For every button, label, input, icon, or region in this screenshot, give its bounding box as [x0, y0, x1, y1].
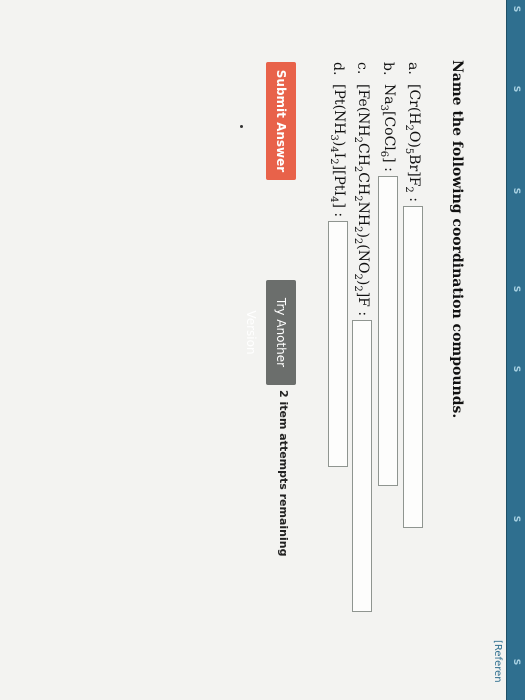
sidebar-tab[interactable]: S — [510, 282, 522, 296]
sidebar-tab[interactable]: S — [510, 362, 522, 376]
stray-dot — [240, 125, 243, 128]
answer-field-b[interactable] — [378, 175, 398, 486]
sidebar-tab[interactable]: S — [510, 512, 522, 526]
item-formula: [Fe(NH2CH2CH2NH2)2(NO2)2]F : — [352, 84, 372, 317]
item-letter: a. — [405, 62, 421, 75]
answer-field-a[interactable] — [403, 205, 423, 528]
item-formula: [Cr(H2O)5Br]F2 : — [403, 84, 423, 202]
question-item-a: a. [Cr(H2O)5Br]F2 : — [402, 62, 424, 528]
question-item-b: b. Na3[CoCl6] : — [377, 62, 399, 486]
submit-answer-button[interactable]: Submit Answer — [266, 62, 296, 180]
attempts-remaining-text: 2 item attempts remaining — [277, 390, 290, 557]
item-formula: [Pt(NH3)4I2][PtI4] : — [328, 84, 348, 218]
answer-field-d[interactable] — [328, 221, 348, 468]
item-letter: d. — [330, 62, 346, 76]
references-link[interactable]: [Referen — [489, 640, 503, 700]
item-letter: c. — [354, 62, 370, 75]
question-panel: [Referen Name the following coordination… — [0, 0, 506, 700]
sidebar-tab[interactable]: S — [510, 82, 522, 96]
question-item-c: c. [Fe(NH2CH2CH2NH2)2(NO2)2]F : — [351, 62, 373, 613]
sidebar-tab[interactable]: S — [510, 655, 522, 669]
sidebar-tab[interactable]: S — [510, 2, 522, 16]
item-formula: Na3[CoCl6] : — [378, 84, 398, 172]
try-another-version-button[interactable]: Try Another Version — [244, 280, 296, 385]
rotated-page: S S S S S S S [Referen Name the followin… — [0, 0, 525, 700]
question-instruction: Name the following coordination compound… — [449, 60, 465, 419]
sidebar-strip: S S S S S S S — [506, 0, 525, 700]
answer-field-c[interactable] — [352, 320, 372, 613]
item-letter: b. — [380, 62, 396, 76]
sidebar-tab[interactable]: S — [510, 184, 522, 198]
question-item-d: d. [Pt(NH3)4I2][PtI4] : — [327, 62, 349, 468]
